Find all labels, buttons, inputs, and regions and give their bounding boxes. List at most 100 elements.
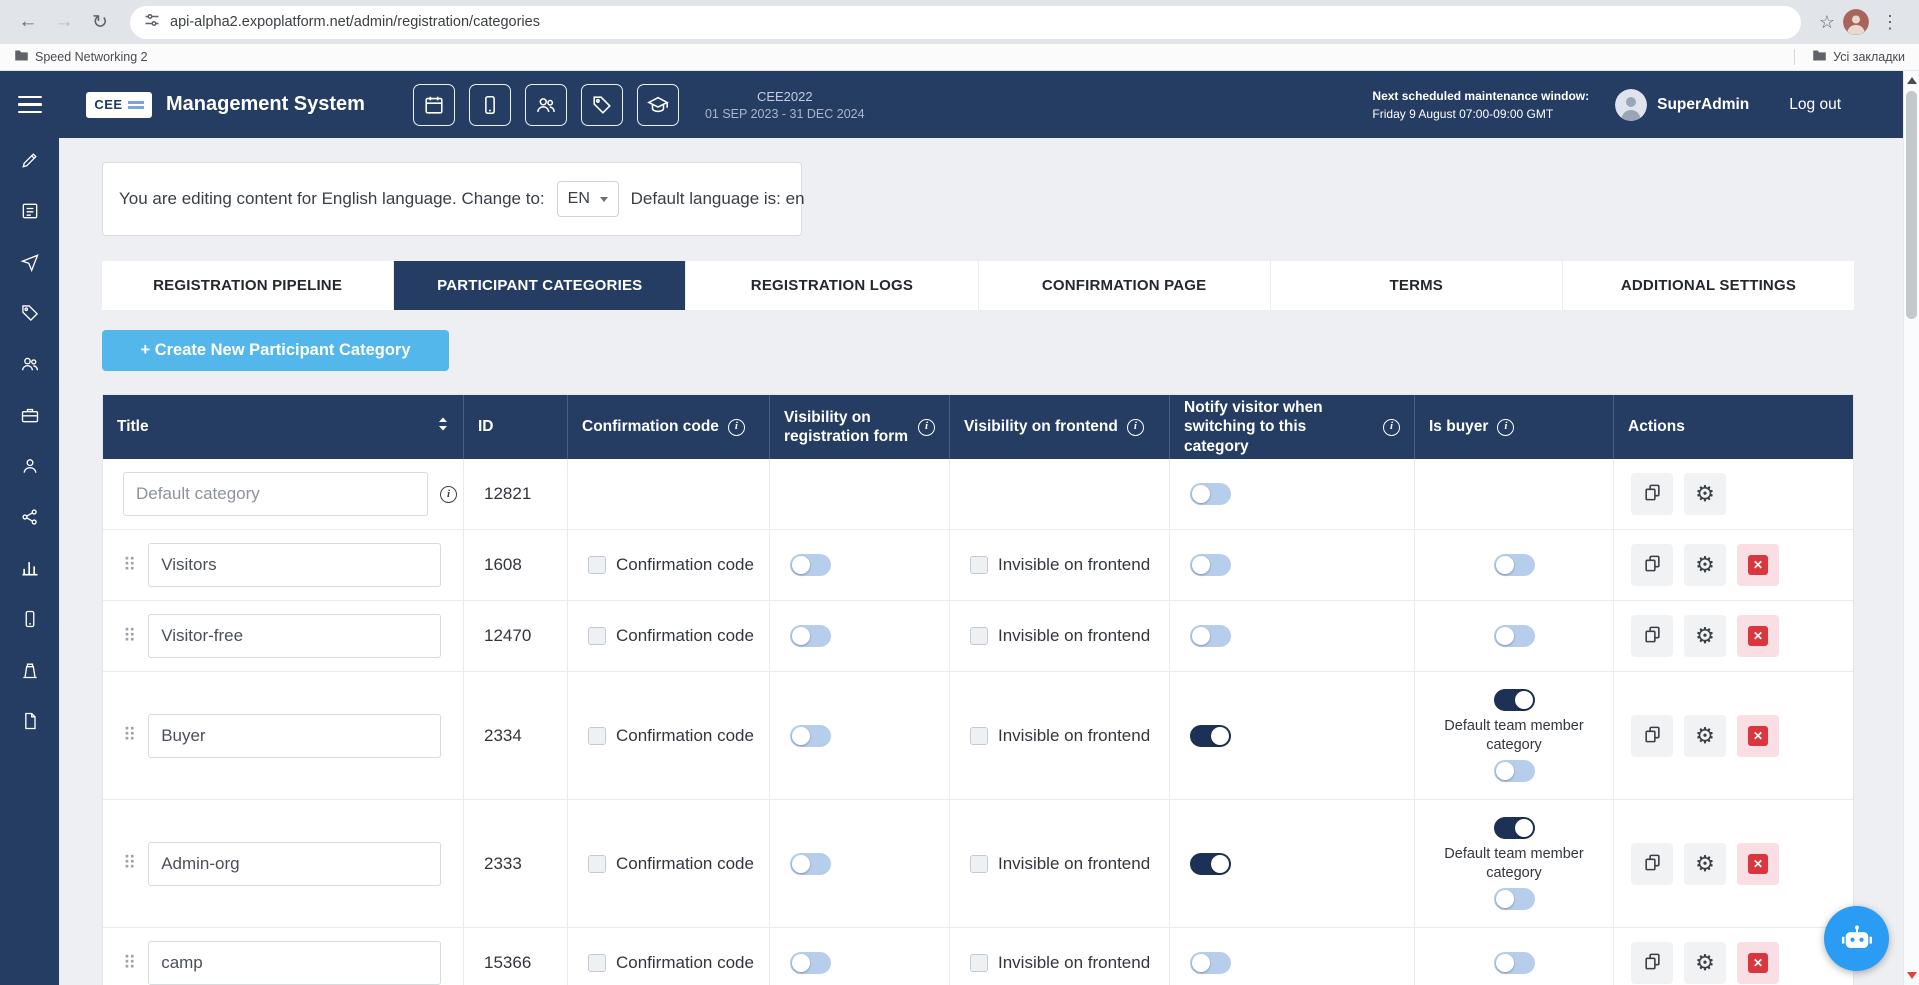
confirmation-code-checkbox[interactable] [588, 556, 606, 574]
sidebar-item-briefcase[interactable] [20, 405, 40, 425]
invisible-frontend-checkbox[interactable] [970, 855, 988, 873]
copy-button[interactable] [1631, 715, 1673, 757]
education-button[interactable] [637, 84, 679, 126]
scrollbar-down-arrow[interactable] [1907, 972, 1917, 979]
notify-visitor-toggle[interactable] [1190, 853, 1231, 875]
forward-button[interactable]: → [48, 6, 80, 38]
settings-button[interactable] [1684, 715, 1726, 757]
tab-additional-settings[interactable]: ADDITIONAL SETTINGS [1563, 261, 1854, 310]
sidebar-item-tags[interactable] [20, 303, 40, 323]
attendees-button[interactable] [525, 84, 567, 126]
delete-button[interactable] [1737, 615, 1779, 657]
settings-button[interactable] [1684, 544, 1726, 586]
confirmation-code-checkbox[interactable] [588, 954, 606, 972]
copy-button[interactable] [1631, 942, 1673, 984]
sidebar-item-analytics[interactable] [20, 558, 40, 578]
sidebar-item-documents[interactable] [20, 711, 40, 731]
sidebar-item-exhibitor-stand[interactable] [20, 660, 40, 680]
registration-form-visibility-toggle[interactable] [790, 554, 831, 576]
copy-button[interactable] [1631, 544, 1673, 586]
invisible-frontend-checkbox[interactable] [970, 727, 988, 745]
address-bar[interactable]: api-alpha2.expoplatform.net/admin/regist… [130, 6, 1801, 39]
registration-form-visibility-toggle[interactable] [790, 853, 831, 875]
category-title-input[interactable] [148, 842, 441, 886]
notify-visitor-toggle[interactable] [1190, 483, 1231, 505]
tab-terms[interactable]: TERMS [1271, 261, 1563, 310]
tab-participant-categories[interactable]: PARTICIPANT CATEGORIES [394, 261, 686, 310]
registration-form-visibility-toggle[interactable] [790, 725, 831, 747]
category-title-input[interactable] [148, 941, 441, 985]
sidebar-item-content[interactable] [20, 201, 40, 221]
confirmation-code-checkbox[interactable] [588, 727, 606, 745]
logout-button[interactable]: Log out [1789, 96, 1841, 114]
copy-button[interactable] [1631, 615, 1673, 657]
site-info-icon[interactable] [144, 12, 160, 33]
back-button[interactable]: ← [12, 6, 44, 38]
category-title-input[interactable] [148, 714, 441, 758]
settings-button[interactable] [1684, 473, 1726, 515]
invisible-frontend-checkbox[interactable] [970, 954, 988, 972]
mobile-app-button[interactable] [469, 84, 511, 126]
notify-visitor-toggle[interactable] [1190, 625, 1231, 647]
drag-handle-icon[interactable] [123, 626, 136, 647]
notify-visitor-toggle[interactable] [1190, 554, 1231, 576]
drag-handle-icon[interactable] [123, 853, 136, 874]
copy-button[interactable] [1631, 843, 1673, 885]
scrollbar-up-arrow[interactable] [1907, 77, 1917, 84]
settings-button[interactable] [1684, 843, 1726, 885]
tab-registration-pipeline[interactable]: REGISTRATION PIPELINE [102, 261, 394, 310]
notify-visitor-toggle[interactable] [1190, 725, 1231, 747]
all-bookmarks[interactable]: Усі закладки [1812, 49, 1905, 65]
browser-profile-avatar[interactable] [1843, 9, 1869, 35]
create-category-button[interactable]: + Create New Participant Category [102, 330, 449, 371]
confirmation-code-checkbox[interactable] [588, 855, 606, 873]
team-member-category-toggle[interactable] [1494, 888, 1535, 910]
drag-handle-icon[interactable] [123, 725, 136, 746]
notify-visitor-toggle[interactable] [1190, 952, 1231, 974]
menu-icon[interactable] [18, 96, 42, 114]
url-text[interactable]: api-alpha2.expoplatform.net/admin/regist… [170, 14, 540, 30]
reload-button[interactable]: ↻ [84, 6, 116, 38]
bookmark-star-icon[interactable]: ☆ [1819, 12, 1835, 33]
settings-button[interactable] [1684, 615, 1726, 657]
confirmation-code-checkbox[interactable] [588, 627, 606, 645]
invisible-frontend-checkbox[interactable] [970, 627, 988, 645]
scrollbar-thumb[interactable] [1906, 91, 1917, 319]
sidebar-item-attendees[interactable] [20, 354, 40, 374]
invisible-frontend-checkbox[interactable] [970, 556, 988, 574]
sidebar-item-profile[interactable] [20, 456, 40, 476]
is-buyer-toggle[interactable] [1494, 952, 1535, 974]
category-title-input[interactable] [123, 472, 428, 516]
tab-registration-logs[interactable]: REGISTRATION LOGS [686, 261, 978, 310]
avatar[interactable] [1615, 89, 1647, 121]
settings-button[interactable] [1684, 942, 1726, 984]
registration-form-visibility-toggle[interactable] [790, 625, 831, 647]
team-member-category-toggle[interactable] [1494, 760, 1535, 782]
bookmark-folder[interactable]: Speed Networking 2 [14, 49, 148, 65]
browser-menu-icon[interactable]: ⋮ [1873, 12, 1907, 33]
sidebar-item-edit[interactable] [20, 150, 40, 170]
delete-button[interactable] [1737, 544, 1779, 586]
sidebar-item-travel[interactable] [20, 252, 40, 272]
category-title-input[interactable] [148, 543, 441, 587]
delete-button[interactable] [1737, 843, 1779, 885]
is-buyer-toggle[interactable] [1494, 625, 1535, 647]
is-buyer-toggle[interactable] [1494, 817, 1535, 839]
language-select[interactable]: EN [557, 181, 619, 217]
tab-confirmation-page[interactable]: CONFIRMATION PAGE [979, 261, 1271, 310]
page-scrollbar[interactable] [1903, 71, 1919, 985]
is-buyer-toggle[interactable] [1494, 554, 1535, 576]
calendar-button[interactable] [413, 84, 455, 126]
registration-form-visibility-toggle[interactable] [790, 952, 831, 974]
delete-button[interactable] [1737, 942, 1779, 984]
delete-button[interactable] [1737, 715, 1779, 757]
copy-button[interactable] [1631, 473, 1673, 515]
category-title-input[interactable] [148, 614, 441, 658]
sidebar-item-mobile-app[interactable] [20, 609, 40, 629]
drag-handle-icon[interactable] [123, 555, 136, 576]
support-chat-button[interactable] [1824, 906, 1889, 971]
tags-button[interactable] [581, 84, 623, 126]
is-buyer-toggle[interactable] [1494, 689, 1535, 711]
sort-icon[interactable] [437, 416, 449, 437]
sidebar-item-share[interactable] [20, 507, 40, 527]
